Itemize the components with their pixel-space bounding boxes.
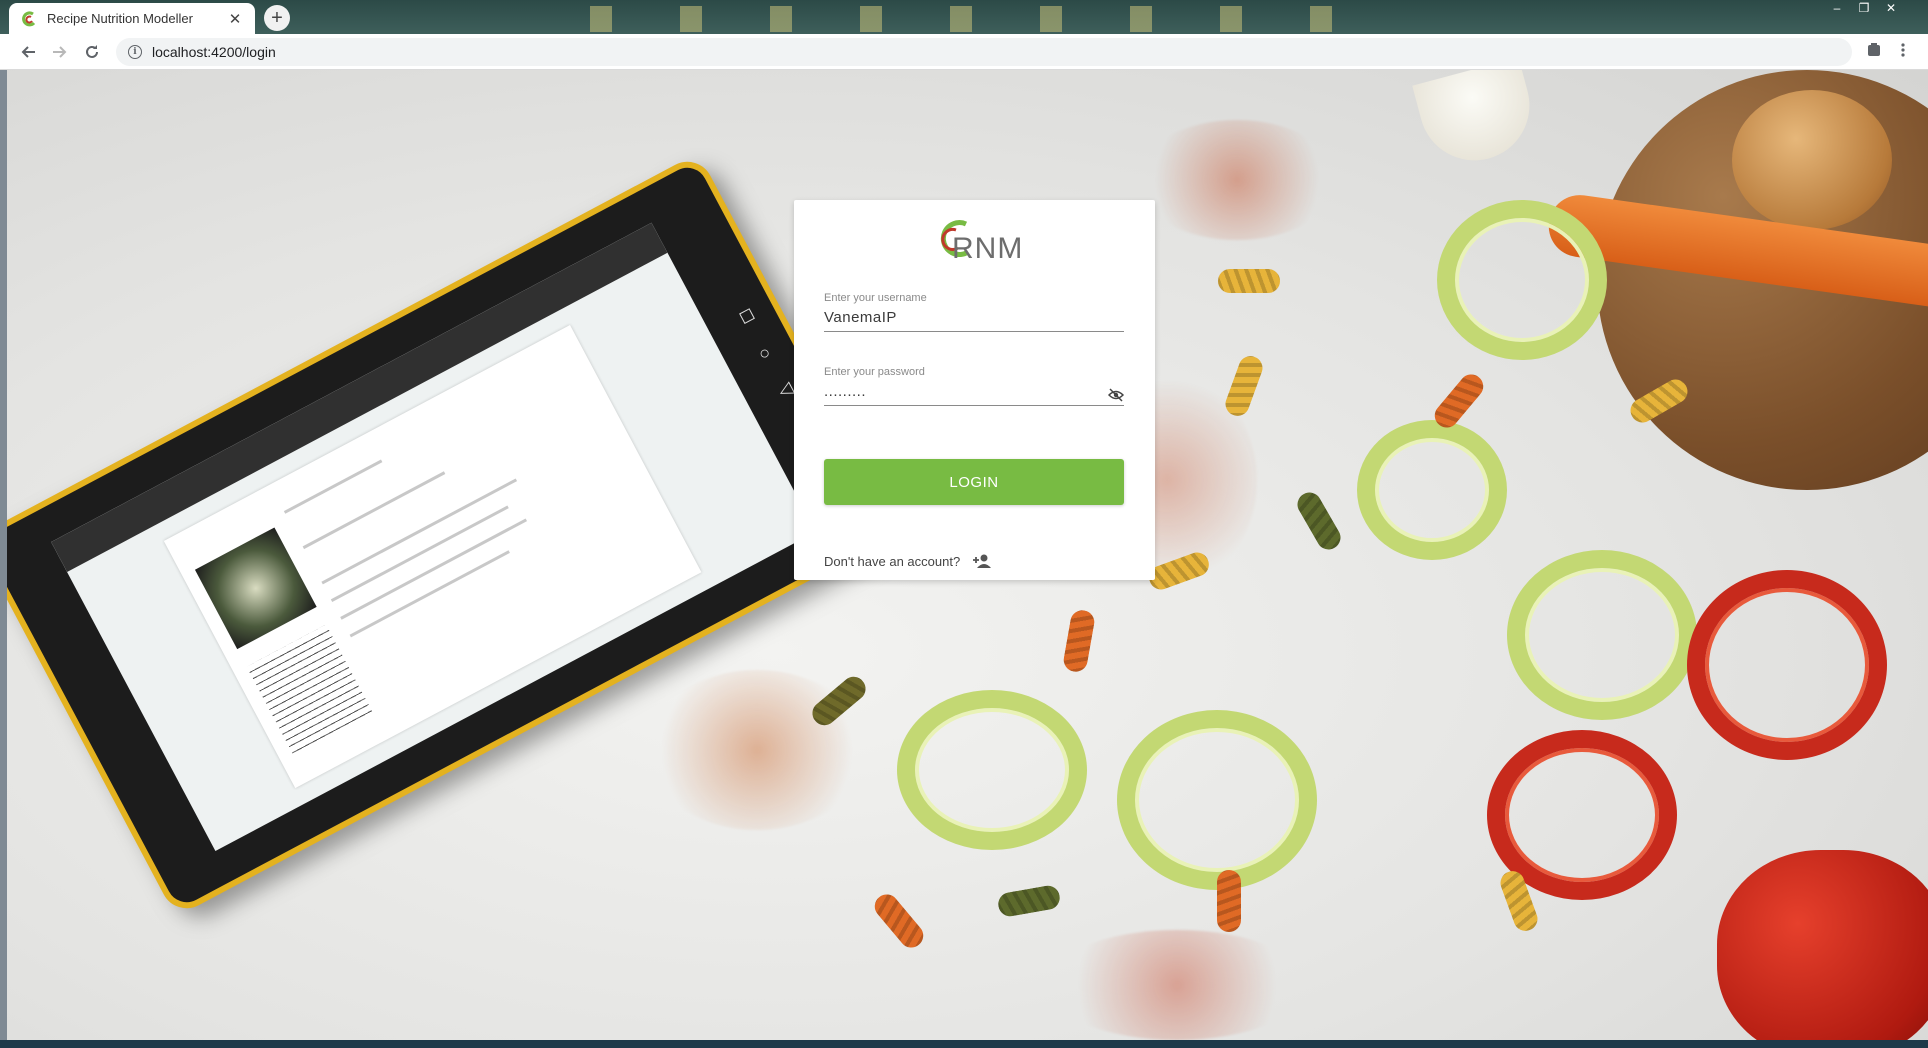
arrow-right-icon (53, 46, 67, 58)
browser-tab-strip: Recipe Nutrition Modeller ✕ + – ❐ ✕ (0, 0, 1928, 34)
username-underline (824, 331, 1124, 332)
reload-icon (86, 45, 98, 58)
eye-off-icon[interactable] (1108, 388, 1124, 402)
back-button[interactable] (16, 40, 40, 64)
login-page-background: ◻○◁ RNM Enter your username Enter your p… (7, 70, 1928, 1040)
browser-toolbar: i localhost:4200/login (0, 34, 1928, 70)
address-bar[interactable]: i localhost:4200/login (116, 38, 1852, 66)
green-pepper-ring-image (1117, 710, 1317, 890)
password-field[interactable]: Enter your password ......... (824, 366, 1124, 406)
garlic-image (1412, 70, 1542, 173)
restore-icon[interactable]: ❐ (1853, 0, 1875, 18)
desktop-wallpaper-strip (560, 6, 1360, 32)
login-card: RNM Enter your username Enter your passw… (794, 200, 1155, 580)
plus-icon: + (271, 7, 283, 29)
green-pepper-ring-image (1507, 550, 1697, 720)
password-label: Enter your password (824, 366, 925, 378)
fusilli-image (1218, 269, 1280, 293)
browser-tab[interactable]: Recipe Nutrition Modeller ✕ (9, 3, 255, 34)
fusilli-image (1293, 488, 1345, 554)
tab-title: Recipe Nutrition Modeller (47, 11, 193, 26)
spice-image (1137, 120, 1337, 240)
green-pepper-ring-image (897, 690, 1087, 850)
signup-text: Don't have an account? (824, 553, 961, 569)
fusilli-image (996, 883, 1062, 919)
username-label: Enter your username (824, 292, 927, 304)
password-input[interactable]: ......... (824, 382, 1124, 402)
password-underline (824, 405, 1124, 406)
arrow-left-icon (21, 46, 35, 58)
fusilli-image (1222, 352, 1266, 420)
window-close-icon[interactable]: ✕ (1880, 0, 1902, 18)
new-tab-button[interactable]: + (264, 5, 290, 31)
minimize-icon[interactable]: – (1826, 0, 1848, 18)
fusilli-image (1061, 608, 1097, 674)
close-tab-icon[interactable]: ✕ (227, 10, 243, 28)
signup-prompt: Don't have an account? (824, 553, 992, 569)
forward-button[interactable] (48, 40, 72, 64)
os-taskbar (0, 1040, 1928, 1048)
url-text: localhost:4200/login (152, 44, 276, 60)
red-pepper-ring-image (1687, 570, 1887, 760)
username-input[interactable] (824, 308, 1124, 328)
fusilli-image (1217, 870, 1241, 932)
login-button[interactable]: LOGIN (824, 459, 1124, 505)
person-add-icon[interactable] (972, 553, 992, 569)
username-field[interactable]: Enter your username (824, 292, 1124, 332)
reload-button[interactable] (80, 40, 104, 64)
menu-icon[interactable] (1900, 42, 1906, 63)
green-pepper-ring-image (1357, 420, 1507, 560)
green-pepper-ring-image (1437, 200, 1607, 360)
spice-image (1047, 930, 1307, 1040)
extension-icon[interactable] (1866, 42, 1882, 63)
red-pepper-image (1717, 850, 1928, 1040)
fusilli-image (1429, 369, 1489, 433)
info-icon[interactable]: i (128, 45, 142, 59)
fusilli-image (869, 889, 929, 953)
onion-image (1732, 90, 1892, 230)
desktop-edge (0, 70, 7, 1040)
favicon-icon (22, 10, 36, 26)
logo-text: RNM (952, 232, 1024, 265)
